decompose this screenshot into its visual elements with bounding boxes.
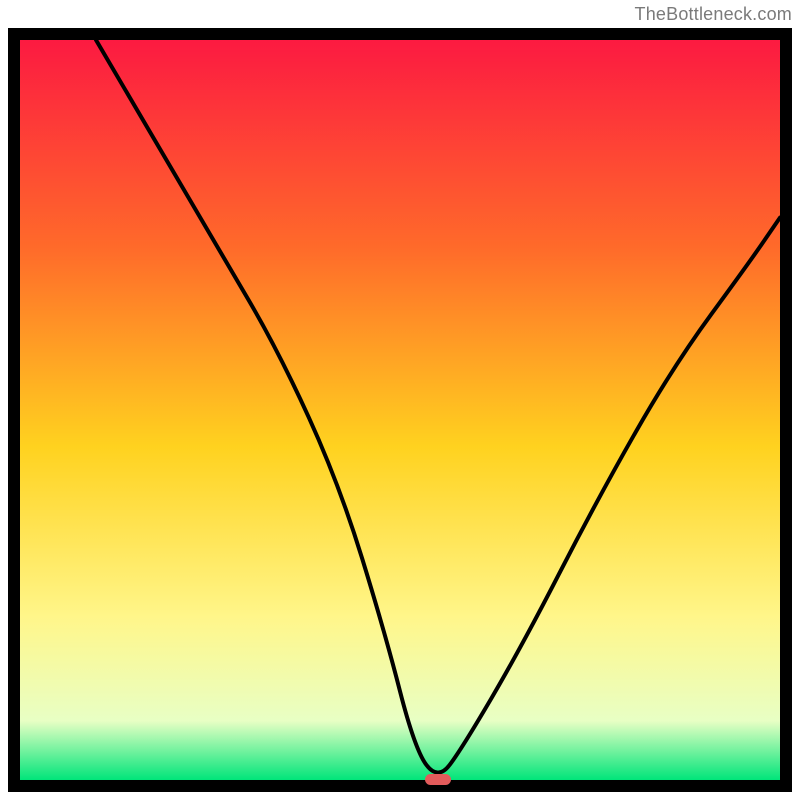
bottleneck-curve bbox=[20, 40, 780, 780]
watermark-text: TheBottleneck.com bbox=[635, 4, 792, 25]
optimal-marker bbox=[425, 774, 451, 785]
